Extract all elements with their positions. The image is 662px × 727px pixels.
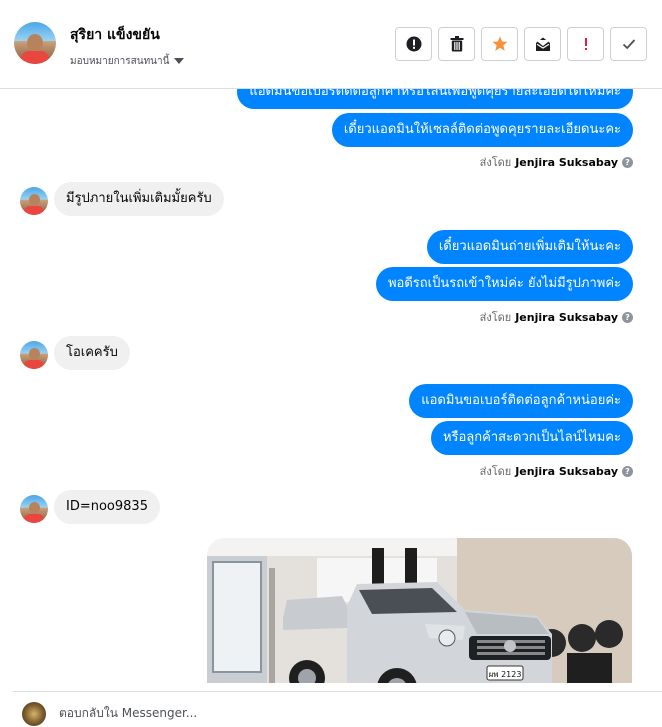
outgoing-message[interactable]: แอดมินขอเบอร์ติดต่อลูกค้าหน่อยค่ะ [409, 384, 633, 418]
help-icon[interactable]: ? [622, 156, 633, 168]
check-icon [622, 39, 635, 50]
reply-input[interactable] [57, 700, 621, 726]
outgoing-message[interactable]: เดี๋ยวแอดมินให้เซลล์ติดต่อพูดคุยรายละเอี… [331, 113, 633, 147]
incoming-message[interactable]: มีรูปภายในเพิ่มเติมมั้ยครับ [54, 182, 224, 216]
sender-name: Jenjira Suksabay [515, 310, 618, 324]
star-button[interactable] [481, 27, 518, 61]
sent-by-prefix: ส่งโดย [479, 465, 512, 478]
mark-unread-button[interactable] [524, 27, 561, 61]
assign-label: มอบหมายการสนทนานี้ [70, 56, 170, 67]
conversation-actions [395, 27, 647, 63]
sent-by-prefix: ส่งโดย [479, 156, 512, 169]
message-row: เดี๋ยวแอดมินถ่ายเพิ่มเติมให้นะคะ [426, 230, 633, 264]
contact-avatar-small[interactable] [20, 341, 48, 369]
photo-attachment[interactable]: ผพ 2123 [207, 538, 632, 683]
sent-by-label: ส่งโดย Jenjira Suksabay ? [480, 153, 633, 171]
mark-done-button[interactable] [610, 27, 647, 61]
sender-name: Jenjira Suksabay [515, 464, 618, 478]
assign-conversation-dropdown[interactable]: มอบหมายการสนทนานี้ [70, 54, 185, 69]
trash-icon [450, 36, 463, 52]
flag-button[interactable] [567, 27, 604, 61]
incoming-message[interactable]: โอเคครับ [54, 336, 130, 370]
outgoing-message[interactable]: หรือลูกค้าสะดวกเป็นไลน์ไหมคะ [430, 421, 633, 455]
exclamation-circle-icon [406, 36, 421, 52]
sent-by-label: ส่งโดย Jenjira Suksabay ? [480, 308, 633, 326]
sent-by-prefix: ส่งโดย [479, 311, 512, 324]
star-icon [492, 36, 507, 51]
message-row: หรือลูกค้าสะดวกเป็นไลน์ไหมคะ [430, 421, 633, 455]
message-row: พอดีรถเป็นรถเข้าใหม่ค่ะ ยังไม่มีรูปภาพค่… [375, 267, 633, 301]
message-row: แอดมินขอเบอร์ติดต่อลูกค้าหน่อยค่ะ [409, 384, 633, 418]
incoming-message[interactable]: ID=noo9835 [54, 490, 160, 524]
license-plate-text: ผพ 2123 [489, 670, 522, 679]
message-thread[interactable]: แอดมินขอเบอร์ติดต่อลูกค้าหรือไลน์เพื่อพู… [0, 89, 662, 683]
outgoing-message[interactable]: แอดมินขอเบอร์ติดต่อลูกค้าหรือไลน์เพื่อพู… [237, 89, 633, 109]
mark-spam-button[interactable] [395, 27, 432, 61]
message-row: เดี๋ยวแอดมินให้เซลล์ติดต่อพูดคุยรายละเอี… [331, 113, 633, 147]
sender-name: Jenjira Suksabay [515, 155, 618, 169]
reply-composer [13, 691, 662, 727]
delete-button[interactable] [438, 27, 475, 61]
sent-by-label: ส่งโดย Jenjira Suksabay ? [480, 462, 633, 480]
contact-avatar[interactable] [14, 22, 56, 64]
conversation-header: สุริยา แข็งขยัน มอบหมายการสนทนานี้ [0, 0, 662, 89]
outgoing-message[interactable]: พอดีรถเป็นรถเข้าใหม่ค่ะ ยังไม่มีรูปภาพค่… [375, 267, 633, 301]
envelope-open-icon [535, 37, 550, 51]
contact-avatar-small[interactable] [20, 187, 48, 215]
contact-name[interactable]: สุริยา แข็งขยัน [70, 24, 160, 46]
pickup-truck-photo: ผพ 2123 [207, 538, 632, 683]
help-icon[interactable]: ? [622, 465, 633, 477]
outgoing-message[interactable]: เดี๋ยวแอดมินถ่ายเพิ่มเติมให้นะคะ [426, 230, 633, 264]
page-avatar [22, 702, 46, 726]
help-icon[interactable]: ? [622, 311, 633, 323]
caret-down-icon [174, 58, 185, 64]
message-row: แอดมินขอเบอร์ติดต่อลูกค้าหรือไลน์เพื่อพู… [237, 89, 633, 109]
contact-avatar-small[interactable] [20, 495, 48, 523]
exclamation-icon [584, 38, 587, 50]
